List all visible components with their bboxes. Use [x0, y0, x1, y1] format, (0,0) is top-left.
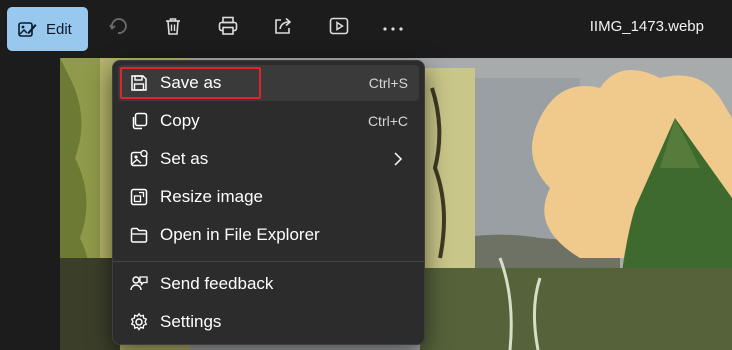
set-as-icon: [130, 149, 148, 167]
menu-item-label: Open in File Explorer: [160, 225, 320, 244]
edit-image-icon: [18, 22, 37, 37]
menu-item-settings[interactable]: Settings: [118, 304, 419, 340]
menu-item-label: Save as: [160, 73, 222, 92]
menu-item-open-in-file-explorer[interactable]: Open in File Explorer: [118, 217, 419, 253]
menu-item-label: Send feedback: [160, 274, 274, 293]
save-icon: [131, 75, 147, 91]
menu-item-set-as[interactable]: Set as: [118, 141, 419, 177]
file-name: IIMG_1473.webp: [589, 18, 704, 35]
toolbar: Edit IIMG_1473.webp: [0, 0, 732, 56]
delete-icon[interactable]: [161, 14, 185, 38]
rotate-icon[interactable]: [106, 14, 130, 38]
menu-item-resize-image[interactable]: Resize image: [118, 179, 419, 215]
print-icon[interactable]: [216, 14, 240, 38]
copy-icon: [132, 112, 148, 130]
slideshow-icon[interactable]: [327, 14, 351, 38]
more-icon[interactable]: [381, 14, 405, 38]
menu-separator: [113, 261, 424, 262]
settings-icon: [130, 312, 148, 331]
edit-button[interactable]: Edit: [7, 7, 88, 51]
menu-item-label: Settings: [160, 312, 222, 331]
shortcut-label: Ctrl+S: [368, 75, 408, 91]
resize-icon: [130, 188, 148, 206]
share-icon[interactable]: [271, 14, 295, 38]
menu-item-label: Set as: [160, 149, 209, 168]
feedback-icon: [130, 276, 148, 291]
shortcut-label: Ctrl+C: [367, 113, 408, 129]
menu-item-send-feedback[interactable]: Send feedback: [118, 266, 419, 302]
folder-icon: [130, 227, 148, 243]
menu-item-save-as[interactable]: Save as Ctrl+S: [118, 65, 419, 101]
chevron-right-icon: [394, 152, 403, 166]
context-menu: Save as Ctrl+S Copy Ctrl+C Set as Resize…: [112, 60, 425, 345]
menu-item-label: Copy: [160, 111, 200, 130]
menu-item-label: Resize image: [160, 187, 263, 206]
menu-item-copy[interactable]: Copy Ctrl+C: [118, 103, 419, 139]
edit-label: Edit: [46, 20, 72, 38]
